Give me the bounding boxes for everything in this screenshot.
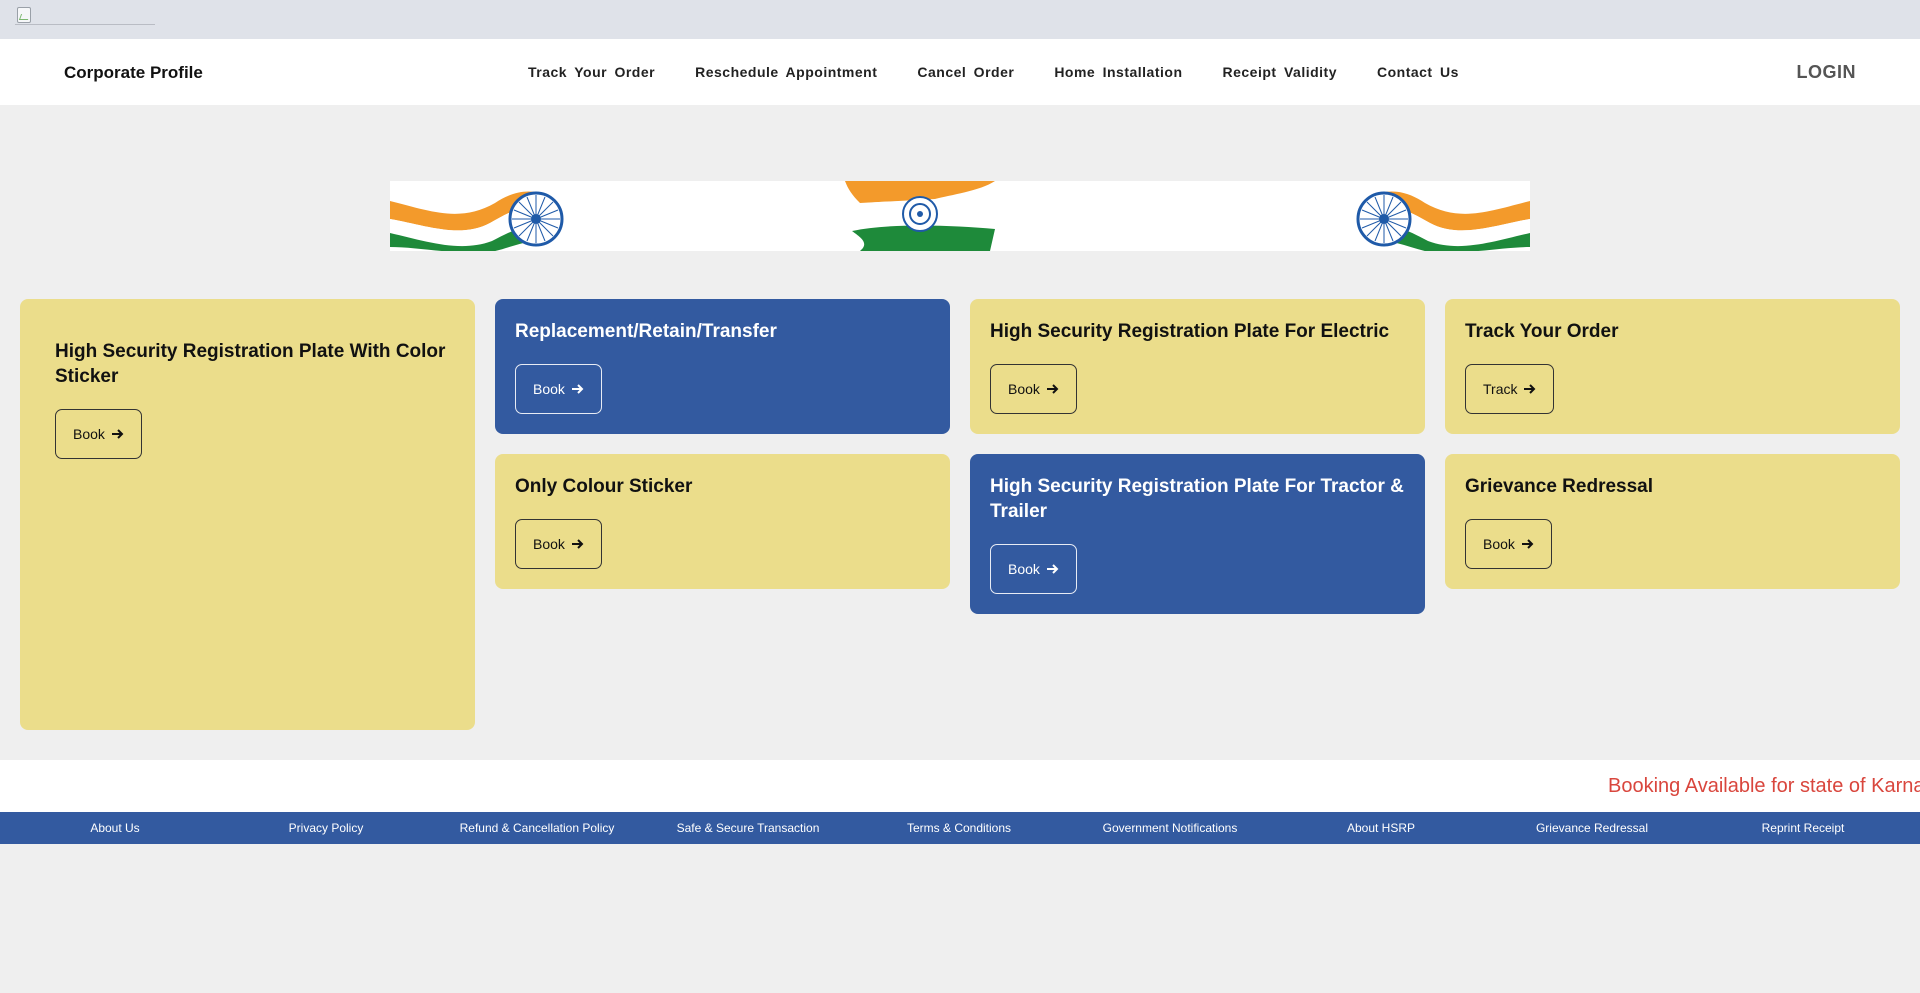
arrow-right-icon bbox=[571, 538, 584, 550]
card-title: Track Your Order bbox=[1465, 321, 1619, 342]
nav-link-cancel-order[interactable]: Cancel Order bbox=[917, 64, 1014, 80]
arrow-right-icon bbox=[1046, 563, 1059, 575]
broken-image-icon bbox=[17, 7, 31, 23]
card-track-your-order: Track Your Order Track bbox=[1445, 299, 1900, 434]
nav-links: Track Your Order Reschedule Appointment … bbox=[528, 64, 1499, 80]
nav-link-reschedule-appointment[interactable]: Reschedule Appointment bbox=[695, 64, 877, 80]
nav-link-contact-us[interactable]: Contact Us bbox=[1377, 64, 1459, 80]
book-button[interactable]: Book bbox=[990, 364, 1077, 414]
card-title: Only Colour Sticker bbox=[515, 476, 693, 497]
footer-link-about-us[interactable]: About Us bbox=[90, 821, 139, 835]
arrow-right-icon bbox=[111, 428, 124, 440]
ticker-text: Booking Available for state of Karna bbox=[1608, 775, 1920, 797]
card-grievance-redressal: Grievance Redressal Book bbox=[1445, 454, 1900, 589]
card-only-colour-sticker: Only Colour Sticker Book bbox=[495, 454, 950, 589]
button-label: Book bbox=[1008, 561, 1040, 577]
card-title: High Security Registration Plate For Ele… bbox=[990, 321, 1390, 342]
book-button[interactable]: Book bbox=[1465, 519, 1552, 569]
footer-link-grievance-redressal[interactable]: Grievance Redressal bbox=[1536, 821, 1648, 835]
footer-link-about-hsrp[interactable]: About HSRP bbox=[1347, 821, 1415, 835]
book-button[interactable]: Book bbox=[515, 519, 602, 569]
card-title: High Security Registration Plate With Co… bbox=[55, 341, 446, 387]
announcement-ticker: Booking Available for state of Karna bbox=[0, 760, 1920, 812]
footer-link-refund-cancellation[interactable]: Refund & Cancellation Policy bbox=[460, 821, 615, 835]
site-logo[interactable] bbox=[15, 5, 155, 25]
arrow-right-icon bbox=[1521, 538, 1534, 550]
center-flag-brush-icon bbox=[845, 181, 995, 251]
nav-link-track-your-order[interactable]: Track Your Order bbox=[528, 64, 655, 80]
book-button[interactable]: Book bbox=[990, 544, 1077, 594]
left-flag-wave-icon bbox=[390, 191, 564, 251]
nav-link-receipt-validity[interactable]: Receipt Validity bbox=[1223, 64, 1337, 80]
card-title: High Security Registration Plate For Tra… bbox=[990, 476, 1404, 522]
arrow-right-icon bbox=[1046, 383, 1059, 395]
button-label: Book bbox=[73, 426, 105, 442]
card-title: Grievance Redressal bbox=[1465, 476, 1654, 497]
footer-link-terms-conditions[interactable]: Terms & Conditions bbox=[907, 821, 1011, 835]
book-button[interactable]: Book bbox=[55, 409, 142, 459]
arrow-right-icon bbox=[571, 383, 584, 395]
track-button[interactable]: Track bbox=[1465, 364, 1555, 414]
card-hsrp-tractor-trailer: High Security Registration Plate For Tra… bbox=[970, 454, 1425, 614]
flag-banner-image bbox=[390, 181, 1530, 251]
nav-link-home-installation[interactable]: Home Installation bbox=[1054, 64, 1182, 80]
footer-link-privacy-policy[interactable]: Privacy Policy bbox=[289, 821, 364, 835]
card-hsrp-color-sticker: High Security Registration Plate With Co… bbox=[20, 299, 475, 730]
book-button[interactable]: Book bbox=[515, 364, 602, 414]
footer-link-safe-secure-transaction[interactable]: Safe & Secure Transaction bbox=[677, 821, 820, 835]
login-link[interactable]: LOGIN bbox=[1797, 62, 1857, 83]
card-replacement-retain-transfer: Replacement/Retain/Transfer Book bbox=[495, 299, 950, 434]
footer-link-government-notifications[interactable]: Government Notifications bbox=[1103, 821, 1238, 835]
right-flag-wave-icon bbox=[1356, 191, 1530, 251]
arrow-right-icon bbox=[1523, 383, 1536, 395]
card-hsrp-electric: High Security Registration Plate For Ele… bbox=[970, 299, 1425, 434]
card-title: Replacement/Retain/Transfer bbox=[515, 321, 777, 342]
top-bar bbox=[0, 0, 1920, 39]
brand-corporate-profile[interactable]: Corporate Profile bbox=[64, 63, 203, 83]
button-label: Track bbox=[1483, 381, 1518, 397]
button-label: Book bbox=[533, 381, 565, 397]
button-label: Book bbox=[1008, 381, 1040, 397]
footer-link-reprint-receipt[interactable]: Reprint Receipt bbox=[1762, 821, 1845, 835]
button-label: Book bbox=[1483, 536, 1515, 552]
footer-links-bar: About Us Privacy Policy Refund & Cancell… bbox=[0, 812, 1920, 844]
flag-banner bbox=[390, 181, 1530, 251]
button-label: Book bbox=[533, 536, 565, 552]
main-navbar: Corporate Profile Track Your Order Resch… bbox=[0, 39, 1920, 105]
